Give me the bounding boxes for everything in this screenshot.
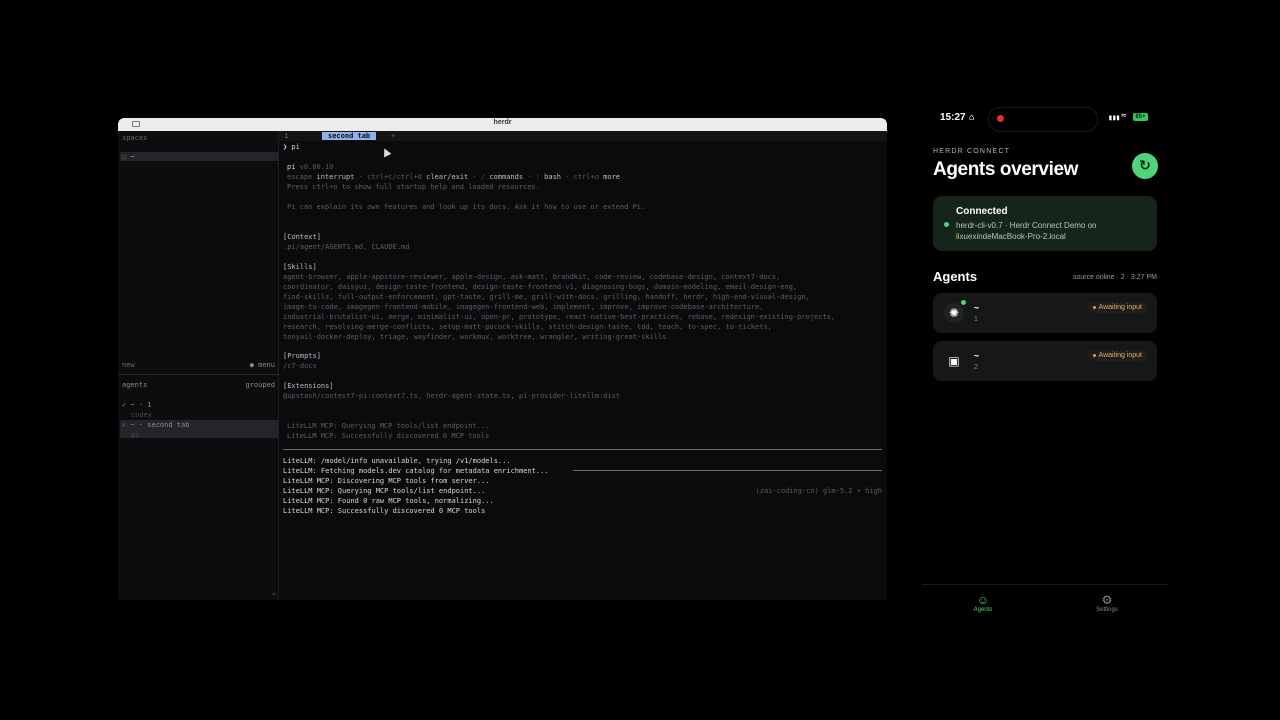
help-segment: · ! xyxy=(523,173,545,181)
skills-line-1: agent-browser, apple-appstore-reviewer, … xyxy=(283,273,781,281)
prompts-line: /c7-docs xyxy=(283,362,317,370)
input-bottom-rule xyxy=(573,470,882,471)
agent-index: 1 xyxy=(974,316,978,323)
skills-line-4: image-to-code, imagegen-frontend-mobile,… xyxy=(283,303,764,311)
context-line: .pi/agent/AGENTS.md, CLAUDE.md xyxy=(283,243,410,251)
log-line-6: LiteLLM MCP: Successfully discovered 0 M… xyxy=(283,507,486,515)
dynamic-island[interactable] xyxy=(988,107,1098,132)
agent-online-dot xyxy=(961,300,966,305)
connection-card[interactable]: Connected herdr-cli-v0.7 · Herdr Connect… xyxy=(933,196,1157,251)
mcp-dim-line-1: LiteLLM MCP: Querying MCP tools/list end… xyxy=(287,422,490,430)
space-item-selected[interactable] xyxy=(120,152,278,161)
tab-settings[interactable]: ⚙ Settings xyxy=(1077,593,1137,613)
help-segment: · / xyxy=(468,173,490,181)
skills-line-5: industrial-brutalist-ui, merge, minimali… xyxy=(283,313,836,321)
prompts-header: [Prompts] xyxy=(283,352,321,360)
skills-line-7: tonyail-docker-deploy, triage, wayfinder… xyxy=(283,333,667,341)
people-icon: ☺ xyxy=(976,593,990,607)
help-segment: · ctrl+o xyxy=(561,173,604,181)
window-title: herdr xyxy=(493,119,512,126)
agents-section-title: Agents xyxy=(933,269,978,284)
status-badge: Awaiting input xyxy=(1087,302,1147,313)
wifi-icon: ≈ xyxy=(1121,111,1127,121)
sidebar-divider xyxy=(118,374,279,375)
explain-line: Pi can explain its own features and look… xyxy=(287,203,646,211)
log-line-4: LiteLLM MCP: Querying MCP tools/list end… xyxy=(283,487,486,495)
version-line: pi v0.80.10 xyxy=(287,162,333,172)
connection-title: Connected xyxy=(956,206,1008,217)
pi-icon: ▣ xyxy=(944,351,964,371)
refresh-icon: ↻ xyxy=(1139,158,1151,174)
log-line-1: LiteLLM: /model/info unavailable, trying… xyxy=(283,457,511,465)
terminal-output[interactable]: ❯ pi pi v0.80.10 escape interrupt · ctrl… xyxy=(283,141,883,596)
agent-name: ~ xyxy=(974,303,980,313)
agents-source-meta: source online · 2 · 3:27 PM xyxy=(1072,274,1157,281)
connection-subtitle: herdr-cli-v0.7 · Herdr Connect Demo on l… xyxy=(956,221,1097,241)
help-segment: escape xyxy=(287,173,317,181)
menu-button[interactable]: ● menu xyxy=(250,361,275,369)
version-number: v0.80.10 xyxy=(299,163,334,171)
tab-second-tab[interactable]: second tab xyxy=(322,132,377,140)
terminal-window: herdr spaces ◌ ~ new ● menu agents group… xyxy=(118,118,887,600)
skills-line-3: find-skills, full-output-enforcement, gp… xyxy=(283,293,810,301)
spaces-label: spaces xyxy=(122,134,148,142)
openai-icon: ✺ xyxy=(944,303,964,323)
model-status: (zai-coding-cn) glm-5.2 • high xyxy=(755,487,882,495)
window-titlebar[interactable]: herdr xyxy=(118,118,887,131)
battery-icon: 85+ xyxy=(1133,113,1148,121)
agent-item-2-name: pi xyxy=(131,431,140,439)
new-space-button[interactable]: new xyxy=(122,361,135,369)
skills-line-6: research, resolving-merge-conflicts, set… xyxy=(283,323,772,331)
grouped-toggle[interactable]: grouped xyxy=(245,381,275,389)
app-eyebrow: HERDR CONNECT xyxy=(933,148,1011,155)
input-top-rule xyxy=(283,449,882,450)
help-segment: · ctrl+c/ctrl+d xyxy=(354,173,427,181)
context-header: [Context] xyxy=(283,233,321,241)
skills-line-2: coordinator, daisyui, design-taste-front… xyxy=(283,283,798,291)
refresh-button[interactable]: ↻ xyxy=(1132,153,1158,179)
extensions-line: @upstash/context7-pi:context7.ts, herdr-… xyxy=(283,392,621,400)
sidebar: spaces ◌ ~ new ● menu agents grouped ✓ ~… xyxy=(118,131,279,600)
collapse-sidebar-icon[interactable]: « xyxy=(272,590,276,598)
mcp-dim-line-2: LiteLLM MCP: Successfully discovered 0 M… xyxy=(287,432,490,440)
log-line-3: LiteLLM MCP: Discovering MCP tools from … xyxy=(283,477,490,485)
extensions-header: [Extensions] xyxy=(283,382,334,390)
page-title: Agents overview xyxy=(933,159,1078,180)
help-segment: bash xyxy=(544,173,561,181)
tab-agents[interactable]: ☺ Agents xyxy=(953,593,1013,613)
agent-index: 2 xyxy=(974,364,978,371)
agent-card-1[interactable]: ✺ ~ 1 Awaiting input xyxy=(933,293,1157,333)
status-time: 15:27 xyxy=(940,112,966,123)
tab-1[interactable]: 1 xyxy=(284,132,288,140)
recording-dot-icon xyxy=(997,115,1004,122)
phone-screen: 15:27 ⌂ ▮▮▮ ≈ 85+ HERDR CONNECT Agents o… xyxy=(922,96,1168,620)
bottom-tab-bar: ☺ Agents ⚙ Settings xyxy=(922,584,1168,621)
help-segment: clear/exit xyxy=(426,173,469,181)
version-name: pi xyxy=(287,163,296,171)
help-segment: more xyxy=(603,173,621,181)
tab-strip: 1 second tab + xyxy=(279,131,887,141)
status-badge: Awaiting input xyxy=(1087,350,1147,361)
home-icon: ⌂ xyxy=(969,113,975,123)
agent-item-1[interactable]: ✓ ~ · 1 xyxy=(122,401,152,409)
agent-card-2[interactable]: ▣ ~ 2 Awaiting input xyxy=(933,341,1157,381)
press-line: Press ctrl+o to show full startup help a… xyxy=(287,183,540,191)
log-line-5: LiteLLM MCP: Found 0 raw MCP tools, norm… xyxy=(283,497,494,505)
log-line-2: LiteLLM: Fetching models.dev catalog for… xyxy=(283,467,549,475)
help-line: escape interrupt · ctrl+c/ctrl+d clear/e… xyxy=(287,172,620,182)
help-segment: commands xyxy=(489,173,524,181)
agent-name: ~ xyxy=(974,351,980,361)
agent-item-1-name: codex xyxy=(131,411,153,419)
shell-prompt: ❯ pi xyxy=(283,143,300,151)
agents-label: agents xyxy=(122,381,148,389)
connection-status-dot xyxy=(944,222,949,227)
help-segment: interrupt xyxy=(316,173,355,181)
space-item-home[interactable]: ◌ ~ xyxy=(122,153,135,161)
cellular-signal-icon: ▮▮▮ xyxy=(1108,113,1120,122)
skills-header: [Skills] xyxy=(283,263,317,271)
new-tab-button[interactable]: + xyxy=(391,132,395,140)
gear-icon: ⚙ xyxy=(1101,593,1113,607)
agent-item-2[interactable]: ✓ ~ · second tab xyxy=(122,421,189,429)
